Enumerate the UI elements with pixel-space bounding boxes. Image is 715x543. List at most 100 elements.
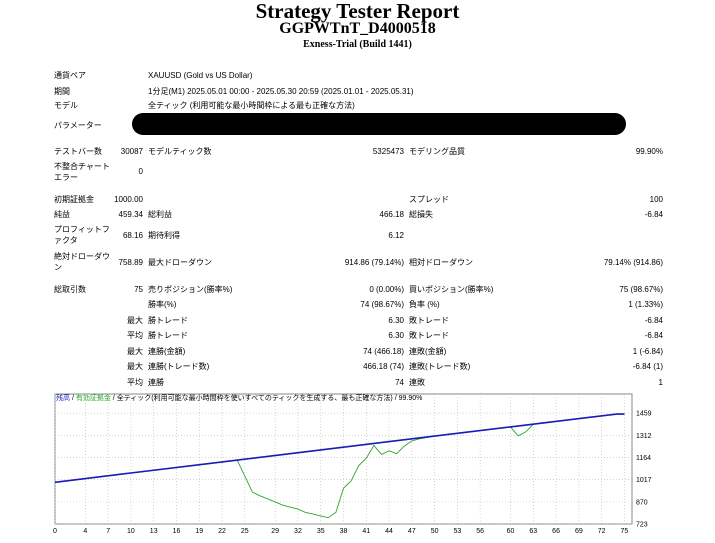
chart-legend: 残高 / 有効証拠金 / 全ティック(利用可能な最小時間枠を使いすべてのティック… (56, 395, 423, 402)
largest-loss-value: -6.84 (644, 316, 663, 325)
x-tick-label: 35 (317, 528, 325, 535)
deposit-value: 1000.00 (114, 195, 143, 204)
net-profit-label: 純益 (54, 210, 70, 219)
net-profit-value: 459.34 (118, 210, 143, 219)
cons-wins-money-label: 連勝(金額) (148, 347, 186, 356)
symbol-value: XAUUSD (Gold vs US Dollar) (148, 71, 253, 80)
cons-losses-money-value: 1 (-6.84) (632, 347, 663, 356)
x-tick-label: 63 (529, 528, 537, 535)
symbol-label: 通貨ペア (54, 71, 86, 80)
cons-losses-count-value: -6.84 (1) (632, 362, 663, 371)
cons-losses-count-label: 連敗(トレード数) (409, 362, 471, 371)
mismatch-label-2: エラー (54, 173, 78, 182)
x-tick-label: 53 (453, 528, 461, 535)
cons-losses-money-label: 連敗(金額) (409, 347, 447, 356)
average-loss-value: -6.84 (644, 331, 663, 340)
y-tick-label: 1017 (636, 477, 652, 484)
loss-percent-label: 負率 (%) (409, 300, 440, 309)
expected-payoff-value: 6.12 (388, 231, 404, 240)
balance-equity-chart: 0 4 7 10 13 16 19 22 25 29 32 35 38 41 44 47 50 53 56 60 63 6… (53, 393, 652, 535)
legend-description: 全ティック(利用可能な最小時間枠を使いすべてのティックを生成する、最も正確な方法… (116, 395, 393, 402)
largest-win-label: 勝トレード (148, 316, 188, 325)
x-tick-label: 75 (621, 528, 629, 535)
relative-drawdown-label: 相対ドローダウン (409, 258, 473, 267)
plot-frame (54, 393, 633, 525)
quality-label: モデリング品質 (409, 147, 465, 156)
gross-profit-label: 総利益 (148, 210, 172, 219)
y-tick-label: 870 (636, 499, 648, 506)
short-positions-label: 売りポジション(勝率%) (148, 285, 233, 294)
max-drawdown-label: 最大ドローダウン (148, 258, 212, 267)
largest-word: 最大 (127, 316, 143, 325)
mismatch-label-1: 不整合チャート (54, 162, 110, 171)
x-tick-label: 41 (362, 528, 370, 535)
deposit-label: 初期証拠金 (54, 195, 94, 204)
long-positions-value: 75 (98.67%) (619, 285, 663, 294)
short-positions-value: 0 (0.00%) (369, 285, 404, 294)
parameters-label: パラメーター (54, 121, 102, 130)
y-tick-label: 723 (636, 522, 648, 529)
x-tick-label: 60 (507, 528, 515, 535)
x-tick-label: 19 (195, 528, 203, 535)
profit-factor-label-1: プロフィットフ (54, 225, 110, 234)
x-tick-label: 32 (294, 528, 302, 535)
gross-loss-label: 総損失 (409, 210, 433, 219)
server-build: Exness-Trial (Build 1441) (303, 39, 412, 50)
x-tick-label: 66 (552, 528, 560, 535)
absolute-drawdown-value: 758.89 (118, 258, 143, 267)
average-win-value: 6.30 (388, 331, 404, 340)
legend-quality: 99.90% (398, 395, 423, 402)
x-tick-label: 0 (53, 528, 57, 535)
ticks-label: モデルティック数 (148, 147, 212, 156)
x-tick-label: 56 (476, 528, 484, 535)
redacted-parameters (132, 113, 626, 135)
y-tick-label: 1459 (636, 411, 652, 418)
total-trades-value: 75 (134, 285, 143, 294)
y-tick-label: 1164 (636, 455, 651, 462)
model-value: 全ティック (利用可能な最小時間枠による最も正確な方法) (148, 101, 355, 110)
x-tick-label: 25 (241, 528, 249, 535)
x-tick-label: 47 (408, 528, 416, 535)
bars-value: 30087 (120, 147, 143, 156)
total-trades-label: 総取引数 (54, 285, 86, 294)
x-tick-label: 50 (431, 528, 439, 535)
average-word: 平均 (127, 331, 143, 340)
period-value: 1分足(M1) 2025.05.01 00:00 - 2025.05.30 20… (148, 87, 414, 96)
bars-label: テストバー数 (54, 147, 102, 156)
profit-factor-label-2: ァクタ (54, 236, 78, 245)
cons-wins-money-value: 74 (466.18) (363, 347, 404, 356)
expected-payoff-label: 期待利得 (148, 231, 180, 240)
max-cons-count-word: 最大 (127, 362, 143, 371)
expert-name: GGPWTnT_D4000518 (279, 20, 436, 37)
x-tick-label: 7 (106, 528, 110, 535)
legend-balance: 残高 (56, 395, 70, 402)
largest-loss-label: 敗トレード (409, 316, 449, 325)
quality-value: 99.90% (635, 147, 663, 156)
x-tick-label: 22 (218, 528, 226, 535)
x-tick-label: 16 (173, 528, 181, 535)
absolute-drawdown-label-2: ン (54, 263, 62, 272)
x-tick-label: 38 (340, 528, 348, 535)
x-tick-label: 44 (385, 528, 393, 535)
max-cons-money-word: 最大 (127, 347, 143, 356)
period-label: 期間 (54, 87, 70, 96)
avg-cons-wins-value: 74 (395, 378, 404, 387)
gross-profit-value: 466.18 (379, 210, 404, 219)
absolute-drawdown-label-1: 絶対ドローダウ (54, 252, 110, 261)
gross-loss-value: -6.84 (644, 210, 663, 219)
win-percent-value: 74 (98.67%) (360, 300, 404, 309)
cons-wins-count-label: 連勝(トレード数) (148, 362, 210, 371)
mismatch-value: 0 (138, 167, 143, 176)
long-positions-label: 買いポジション(勝率%) (409, 285, 494, 294)
largest-win-value: 6.30 (388, 316, 404, 325)
legend-equity: 有効証拠金 (75, 395, 111, 402)
average-win-label: 勝トレード (148, 331, 188, 340)
cons-wins-count-value: 466.18 (74) (363, 362, 404, 371)
profit-factor-value: 68.16 (122, 231, 143, 240)
y-tick-label: 1312 (636, 433, 652, 440)
average-loss-label: 敗トレード (409, 331, 449, 340)
model-label: モデル (54, 101, 78, 110)
win-percent-label: 勝率(%) (148, 300, 177, 309)
avg-cons-losses-value: 1 (658, 378, 663, 387)
x-tick-label: 29 (271, 528, 279, 535)
